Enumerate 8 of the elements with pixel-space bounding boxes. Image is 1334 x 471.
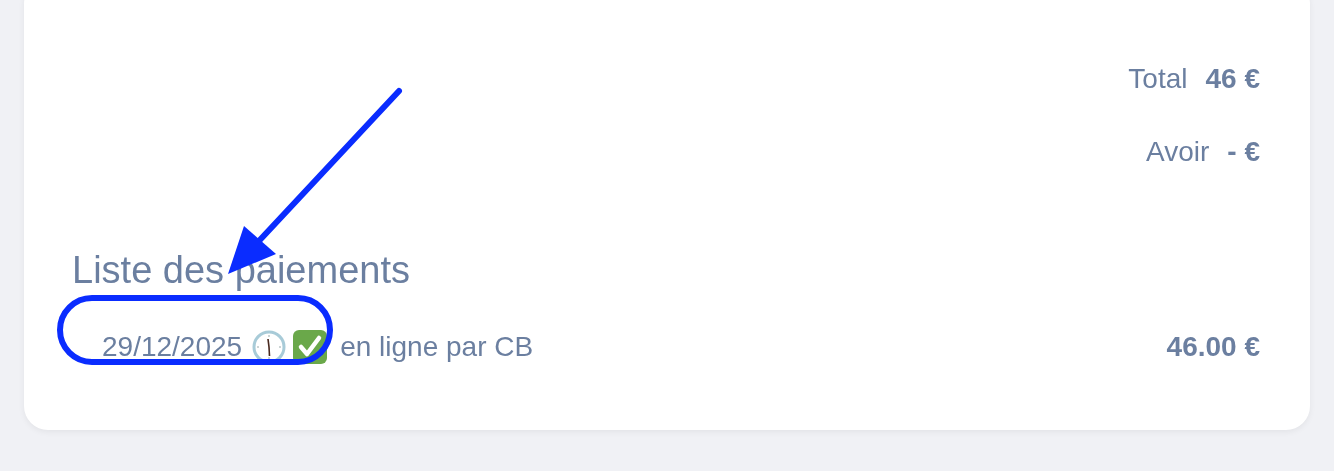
total-label: Total: [1128, 62, 1188, 96]
total-value: - €: [1227, 135, 1260, 169]
total-label: Avoir: [1146, 135, 1210, 169]
section-heading: Liste des paiements: [72, 248, 410, 293]
payment-method: en ligne par CB: [340, 330, 534, 364]
total-value: 46 €: [1205, 62, 1260, 96]
payment-amount: 46.00 €: [1166, 330, 1260, 364]
date-link[interactable]: 29/12/2025: [102, 326, 243, 368]
